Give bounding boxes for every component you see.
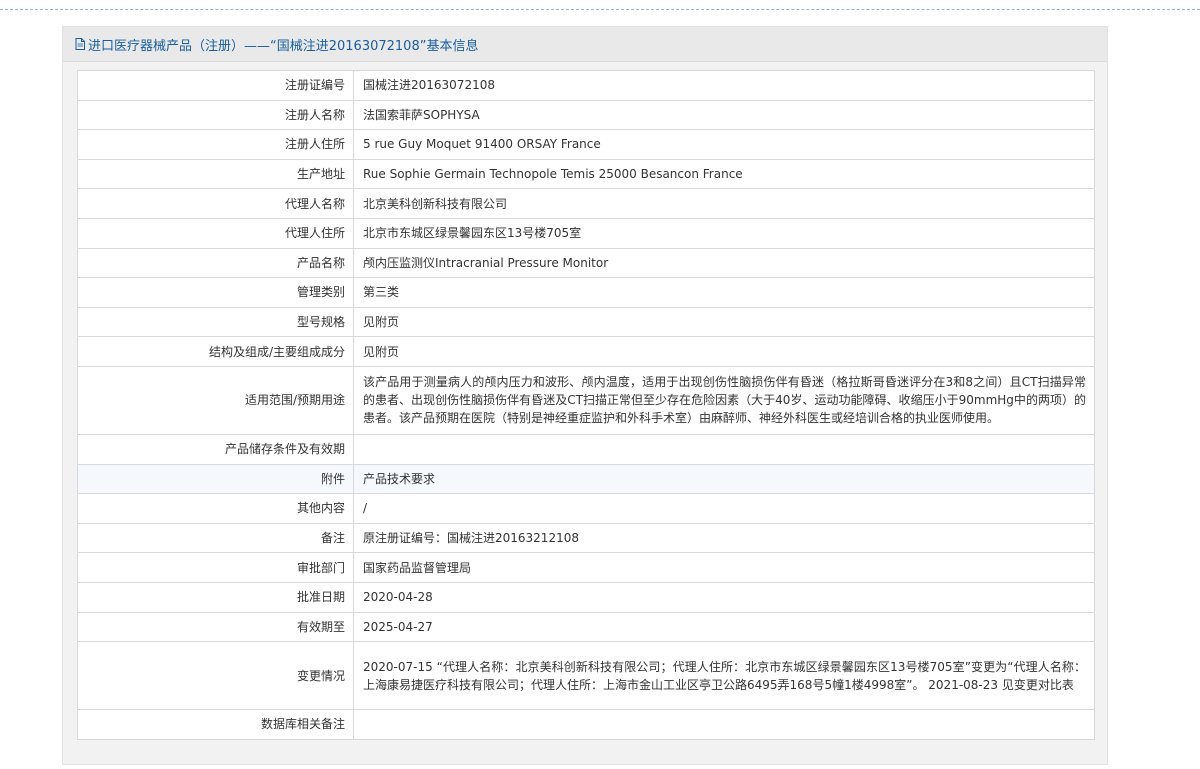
row-label: 适用范围/预期用途	[77, 365, 354, 435]
table-row-attachment: 附件 产品技术要求	[77, 463, 1095, 495]
row-value: 见附页	[353, 336, 1095, 367]
row-label: 审批部门	[77, 552, 354, 583]
table-row-database-remarks: 数据库相关备注	[77, 709, 1095, 740]
info-table: 注册证编号 国械注进20163072108 注册人名称 法国索菲萨SOPHYSA…	[77, 70, 1095, 740]
panel-header: 进口医疗器械产品（注册）——“国械注进20163072108”基本信息	[63, 27, 1107, 62]
table-row-remarks: 备注 原注册证编号：国械注进20163212108	[77, 522, 1095, 554]
row-value: 国家药品监督管理局	[353, 552, 1095, 583]
table-row-storage-validity: 产品储存条件及有效期	[77, 433, 1095, 465]
row-value: 原注册证编号：国械注进20163212108	[353, 522, 1095, 554]
table-row-approval-date: 批准日期 2020-04-28	[77, 581, 1095, 613]
row-value	[353, 709, 1095, 740]
document-icon	[75, 38, 85, 50]
row-label: 数据库相关备注	[77, 709, 354, 740]
row-label: 产品储存条件及有效期	[77, 433, 354, 465]
row-label: 产品名称	[77, 247, 354, 279]
row-label: 变更情况	[77, 641, 354, 711]
table-row-registrant-name: 注册人名称 法国索菲萨SOPHYSA	[77, 99, 1095, 131]
table-row-change-history: 变更情况 2020-07-15 “代理人名称：北京美科创新科技有限公司；代理人住…	[77, 641, 1095, 711]
table-row-registration-number: 注册证编号 国械注进20163072108	[77, 70, 1095, 101]
table-row-product-name: 产品名称 颅内压监测仪Intracranial Pressure Monitor	[77, 247, 1095, 279]
table-row-approval-department: 审批部门 国家药品监督管理局	[77, 552, 1095, 583]
table-row-structure-composition: 结构及组成/主要组成成分 见附页	[77, 336, 1095, 367]
row-value: 法国索菲萨SOPHYSA	[353, 99, 1095, 131]
top-divider	[0, 9, 1200, 10]
row-label: 注册人名称	[77, 99, 354, 131]
table-row-agent-name: 代理人名称 北京美科创新科技有限公司	[77, 188, 1095, 219]
row-value: 第三类	[353, 277, 1095, 308]
row-value: 2020-04-28	[353, 581, 1095, 613]
row-label: 批准日期	[77, 581, 354, 613]
row-value: 北京美科创新科技有限公司	[353, 188, 1095, 219]
row-label: 结构及组成/主要组成成分	[77, 336, 354, 367]
row-label: 其他内容	[77, 493, 354, 524]
row-value: 颅内压监测仪Intracranial Pressure Monitor	[353, 247, 1095, 279]
page-title: 进口医疗器械产品（注册）——“国械注进20163072108”基本信息	[88, 38, 479, 54]
row-value: 国械注进20163072108	[353, 70, 1095, 101]
table-row-agent-address: 代理人住所 北京市东城区绿景馨园东区13号楼705室	[77, 217, 1095, 249]
row-label: 代理人住所	[77, 217, 354, 249]
row-label: 管理类别	[77, 277, 354, 308]
row-value: Rue Sophie Germain Technopole Temis 2500…	[353, 158, 1095, 190]
table-row-production-address: 生产地址 Rue Sophie Germain Technopole Temis…	[77, 158, 1095, 190]
table-row-registrant-address: 注册人住所 5 rue Guy Moquet 91400 ORSAY Franc…	[77, 129, 1095, 160]
table-row-valid-until: 有效期至 2025-04-27	[77, 611, 1095, 643]
row-value: 2020-07-15 “代理人名称：北京美科创新科技有限公司；代理人住所：北京市…	[353, 641, 1095, 711]
row-label: 备注	[77, 522, 354, 554]
row-value: 5 rue Guy Moquet 91400 ORSAY France	[353, 129, 1095, 160]
row-value: 该产品用于测量病人的颅内压力和波形、颅内温度，适用于出现创伤性脑损伤伴有昏迷（格…	[353, 365, 1095, 435]
row-label: 注册人住所	[77, 129, 354, 160]
row-label: 代理人名称	[77, 188, 354, 219]
table-row-model-spec: 型号规格 见附页	[77, 306, 1095, 338]
row-value: 产品技术要求	[353, 463, 1095, 495]
row-value: /	[353, 493, 1095, 524]
row-value: 见附页	[353, 306, 1095, 338]
table-row-intended-use: 适用范围/预期用途 该产品用于测量病人的颅内压力和波形、颅内温度，适用于出现创伤…	[77, 365, 1095, 435]
info-table-wrap: 注册证编号 国械注进20163072108 注册人名称 法国索菲萨SOPHYSA…	[77, 70, 1095, 740]
table-row-management-category: 管理类别 第三类	[77, 277, 1095, 308]
info-panel: 进口医疗器械产品（注册）——“国械注进20163072108”基本信息 注册证编…	[62, 26, 1108, 765]
row-label: 有效期至	[77, 611, 354, 643]
row-label: 型号规格	[77, 306, 354, 338]
row-value	[353, 433, 1095, 465]
row-value: 北京市东城区绿景馨园东区13号楼705室	[353, 217, 1095, 249]
row-label: 生产地址	[77, 158, 354, 190]
table-row-other-content: 其他内容 /	[77, 493, 1095, 524]
row-label: 注册证编号	[77, 70, 354, 101]
row-label: 附件	[77, 463, 354, 495]
row-value: 2025-04-27	[353, 611, 1095, 643]
